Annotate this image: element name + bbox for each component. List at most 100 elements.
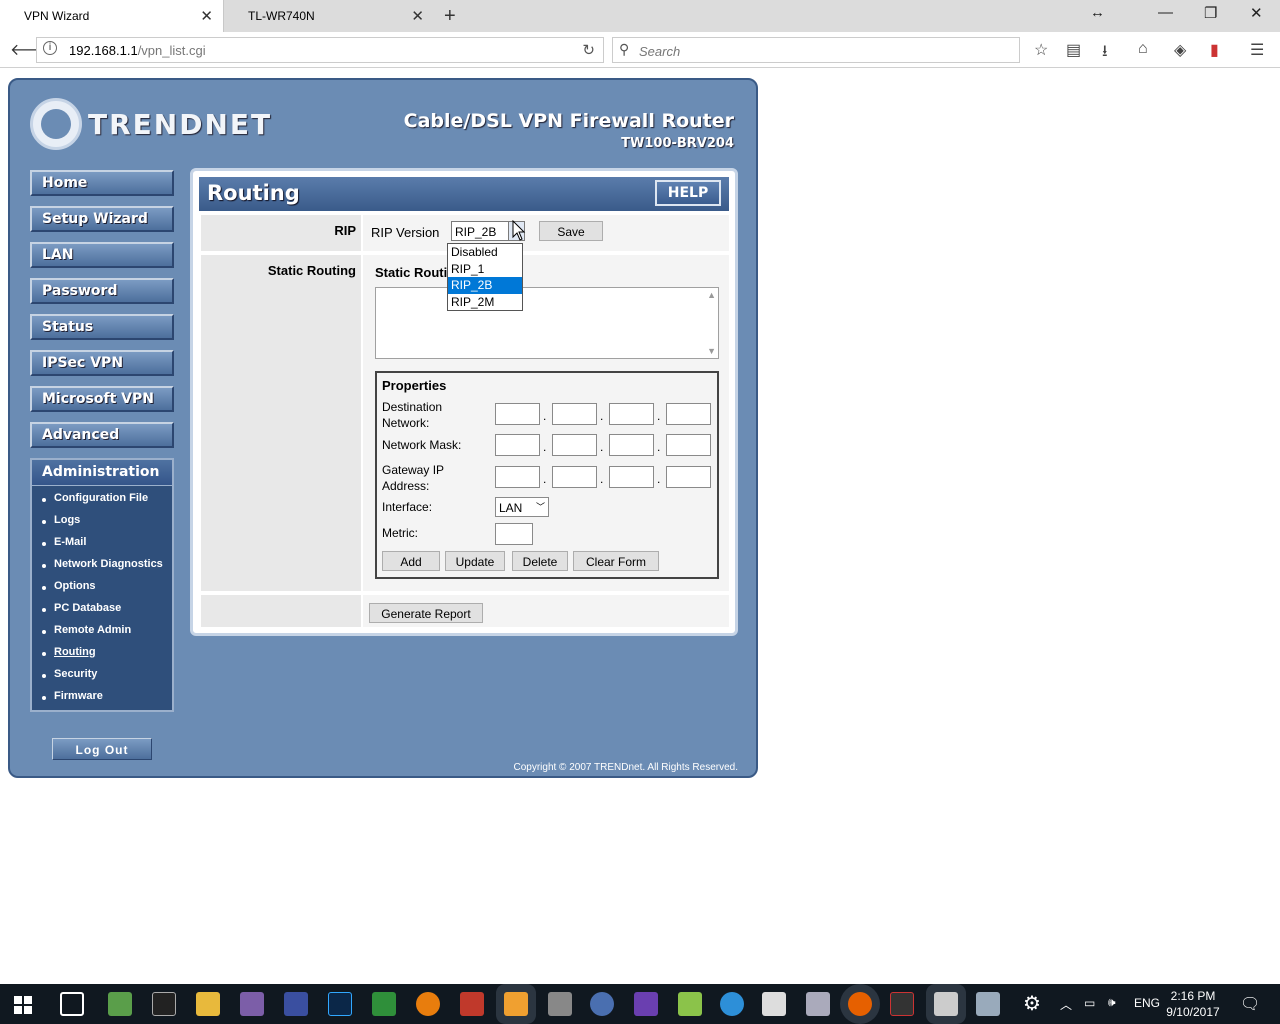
menu-icon[interactable]: ☰ [1250, 40, 1264, 60]
admin-item-pc-database[interactable]: PC Database [32, 602, 172, 624]
firefox-icon[interactable] [848, 992, 872, 1016]
clear-form-button[interactable]: Clear Form [573, 551, 659, 571]
mask-octet-2[interactable] [552, 434, 597, 456]
app-icon-15[interactable] [976, 992, 1000, 1016]
logout-button[interactable]: Log Out [52, 738, 152, 760]
update-button[interactable]: Update [445, 551, 505, 571]
gateway-octet-3[interactable] [609, 466, 654, 488]
volume-icon[interactable]: 🕪 [1108, 995, 1116, 1010]
reading-list-icon[interactable]: ▤ [1066, 40, 1081, 60]
network-icon[interactable]: ▭ [1084, 996, 1095, 1010]
visual-studio-icon[interactable] [634, 992, 658, 1016]
add-button[interactable]: Add [382, 551, 440, 571]
terminal-icon[interactable] [152, 992, 176, 1016]
admin-item-security[interactable]: Security [32, 668, 172, 690]
admin-item-logs[interactable]: Logs [32, 514, 172, 536]
app-icon-3[interactable] [284, 992, 308, 1016]
minimize-button[interactable]: — [1158, 4, 1173, 21]
tray-chevron-up-icon[interactable]: ︿ [1060, 996, 1072, 1013]
admin-item-configuration-file[interactable]: Configuration File [32, 492, 172, 514]
site-info-icon[interactable]: i [43, 41, 57, 55]
menu-setup-wizard[interactable]: Setup Wizard [30, 206, 174, 232]
app-icon-10[interactable] [720, 992, 744, 1016]
help-button[interactable]: HELP [655, 180, 721, 206]
app-icon-9[interactable] [678, 992, 702, 1016]
system-clock[interactable]: 2:16 PM 9/10/2017 [1162, 988, 1224, 1020]
reload-icon[interactable]: ↻ [582, 41, 595, 59]
menu-status[interactable]: Status [30, 314, 174, 340]
app-icon-8[interactable] [590, 992, 614, 1016]
download-icon[interactable]: ⭳ [1102, 40, 1108, 67]
extension-icon[interactable]: ▮ [1210, 40, 1219, 60]
interface-select[interactable]: LAN ﹀ [495, 497, 549, 517]
dest-ip-octet-2[interactable] [552, 403, 597, 425]
rip-option-disabled[interactable]: Disabled [448, 244, 522, 261]
app-icon-5[interactable] [460, 992, 484, 1016]
mask-octet-3[interactable] [609, 434, 654, 456]
menu-microsoft-vpn[interactable]: Microsoft VPN [30, 386, 174, 412]
scroll-down-icon[interactable]: ▼ [707, 346, 716, 356]
close-window-button[interactable]: ✕ [1250, 4, 1263, 22]
admin-item-routing[interactable]: Routing [32, 646, 172, 668]
admin-item-email[interactable]: E-Mail [32, 536, 172, 558]
generate-report-button[interactable]: Generate Report [369, 603, 483, 623]
search-input[interactable]: ⚲ Search [612, 37, 1020, 63]
app-icon-4[interactable] [372, 992, 396, 1016]
app-icon-6[interactable] [504, 992, 528, 1016]
tab-tl-wr740n[interactable]: TL-WR740N ✕ [224, 0, 434, 32]
gear-icon[interactable]: ⚙ [1020, 992, 1044, 1016]
task-view-icon[interactable] [60, 992, 84, 1016]
windows-start-icon[interactable] [14, 996, 32, 1014]
pocket-icon[interactable]: ◈ [1174, 40, 1186, 60]
language-indicator[interactable]: ENG [1134, 996, 1160, 1010]
bookmark-star-icon[interactable]: ☆ [1034, 40, 1048, 60]
mask-octet-4[interactable] [666, 434, 711, 456]
static-routing-list[interactable]: ▲ ▼ [375, 287, 719, 359]
app-icon-7[interactable] [548, 992, 572, 1016]
app-icon-12[interactable] [806, 992, 830, 1016]
mask-octet-1[interactable] [495, 434, 540, 456]
admin-item-network-diagnostics[interactable]: Network Diagnostics [32, 558, 172, 580]
menu-lan[interactable]: LAN [30, 242, 174, 268]
dest-ip-octet-1[interactable] [495, 403, 540, 425]
app-icon-1[interactable] [108, 992, 132, 1016]
gateway-octet-2[interactable] [552, 466, 597, 488]
delete-button[interactable]: Delete [512, 551, 568, 571]
scroll-up-icon[interactable]: ▲ [707, 290, 716, 300]
save-button[interactable]: Save [539, 221, 603, 241]
rip-version-label: RIP Version [371, 225, 440, 240]
menu-administration[interactable]: Administration [32, 460, 172, 486]
file-explorer-icon[interactable] [196, 992, 220, 1016]
url-bar[interactable]: i 192.168.1.1/vpn_list.cgi ↻ [36, 37, 604, 63]
new-tab-button[interactable]: + [444, 5, 456, 28]
rip-option-rip2m[interactable]: RIP_2M [448, 294, 522, 311]
menu-password[interactable]: Password [30, 278, 174, 304]
rip-option-rip1[interactable]: RIP_1 [448, 261, 522, 278]
blender-icon[interactable] [416, 992, 440, 1016]
browser-tab-bar: VPN Wizard ✕ TL-WR740N ✕ + ↔ — ❐ ✕ [0, 0, 1280, 32]
gateway-octet-1[interactable] [495, 466, 540, 488]
app-icon-11[interactable] [762, 992, 786, 1016]
admin-item-firmware[interactable]: Firmware [32, 690, 172, 712]
app-icon-2[interactable] [240, 992, 264, 1016]
rip-option-rip2b[interactable]: RIP_2B [448, 277, 522, 294]
tab-close-icon[interactable]: ✕ [411, 7, 424, 25]
home-icon[interactable]: ⌂ [1138, 40, 1148, 58]
gateway-octet-4[interactable] [666, 466, 711, 488]
menu-home[interactable]: Home [30, 170, 174, 196]
tab-vpn-wizard[interactable]: VPN Wizard ✕ [0, 0, 224, 32]
restore-button[interactable]: ❐ [1204, 4, 1217, 22]
notifications-icon[interactable]: 🗨 [1240, 994, 1260, 1014]
menu-advanced[interactable]: Advanced [30, 422, 174, 448]
metric-input[interactable] [495, 523, 533, 545]
tab-close-icon[interactable]: ✕ [200, 7, 213, 25]
dest-ip-octet-3[interactable] [609, 403, 654, 425]
dest-ip-octet-4[interactable] [666, 403, 711, 425]
app-icon-13[interactable] [890, 992, 914, 1016]
admin-item-options[interactable]: Options [32, 580, 172, 602]
menu-ipsec-vpn[interactable]: IPSec VPN [30, 350, 174, 376]
app-icon-14[interactable] [934, 992, 958, 1016]
admin-item-remote-admin[interactable]: Remote Admin [32, 624, 172, 646]
photoshop-icon[interactable] [328, 992, 352, 1016]
static-routing-label: Static Routing [201, 255, 361, 593]
